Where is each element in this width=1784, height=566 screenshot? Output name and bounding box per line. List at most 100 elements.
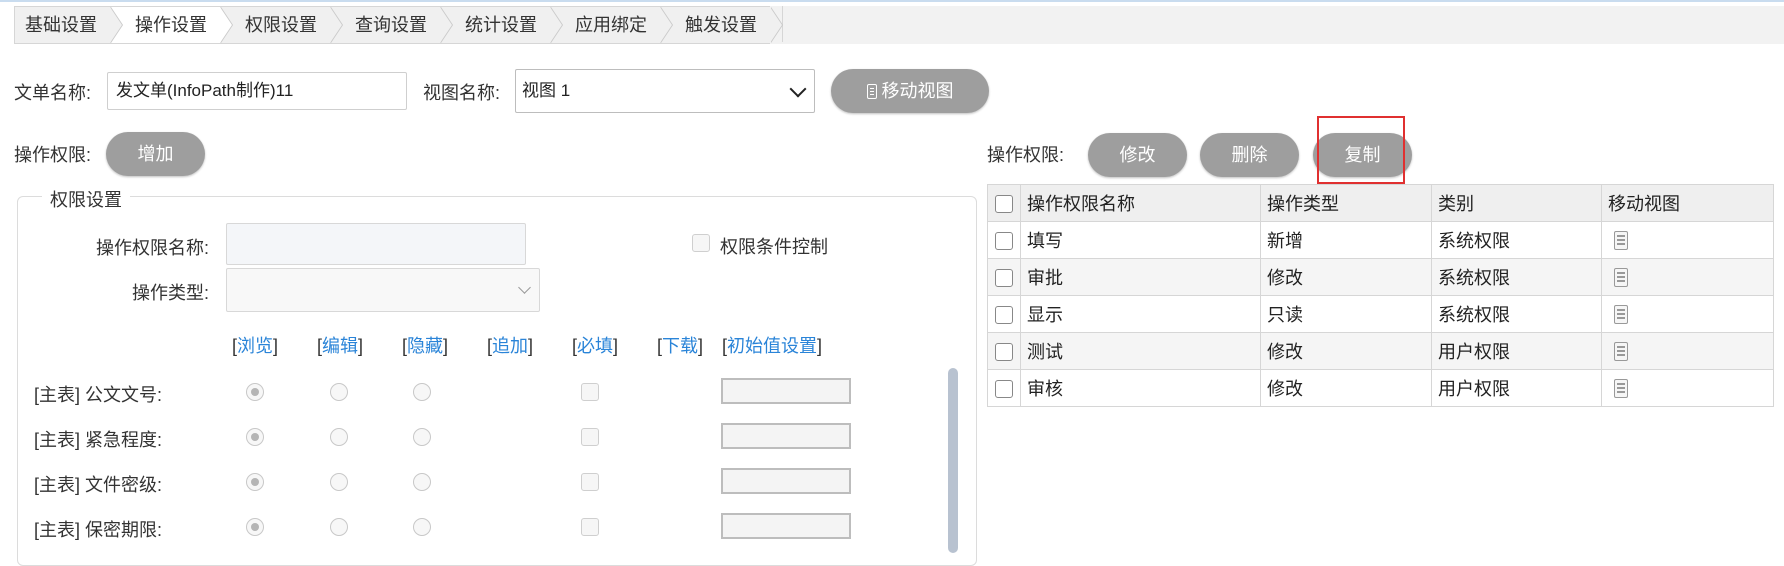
edit-radio[interactable] [330, 518, 348, 536]
edit-link[interactable]: 编辑 [322, 336, 358, 356]
condition-control-checkbox[interactable] [692, 234, 710, 252]
row-mobile-view [1601, 221, 1774, 259]
hide-radio[interactable] [413, 473, 431, 491]
tab-query-settings[interactable]: 查询设置 [330, 6, 453, 44]
chevron-down-icon [789, 80, 807, 98]
row-type: 修改 [1260, 332, 1432, 370]
col-browse[interactable]: [浏览] [232, 332, 278, 358]
row-type: 修改 [1260, 369, 1432, 407]
initial-value-input[interactable] [721, 468, 851, 494]
doc-name-label: 文单名称: [14, 83, 92, 103]
initial-value-input[interactable] [721, 423, 851, 449]
row-type: 修改 [1260, 258, 1432, 296]
table-row[interactable]: 测试 修改 用户权限 [987, 332, 1774, 370]
required-checkbox[interactable] [581, 473, 599, 491]
col-download[interactable]: [下载] [657, 332, 703, 358]
mobile-view-doc-icon[interactable] [1614, 268, 1628, 288]
doc-name-input[interactable]: 发文单(InfoPath制作)11 [107, 72, 407, 110]
right-perm-label: 操作权限: [987, 145, 1065, 165]
col-required[interactable]: [必填] [572, 332, 618, 358]
hide-link[interactable]: 隐藏 [407, 336, 443, 356]
tab-permission-settings[interactable]: 权限设置 [220, 6, 343, 44]
row-checkbox-cell [987, 221, 1021, 259]
row-checkbox[interactable] [995, 268, 1013, 287]
row-mobile-view [1601, 258, 1774, 296]
required-checkbox[interactable] [581, 428, 599, 446]
mobile-phone-icon [866, 84, 877, 99]
row-checkbox-cell [987, 369, 1021, 407]
copy-button[interactable]: 复制 [1313, 133, 1412, 177]
mobile-view-doc-icon[interactable] [1614, 379, 1628, 399]
browse-radio[interactable] [246, 383, 264, 401]
row-checkbox[interactable] [995, 379, 1013, 398]
tab-basic-settings[interactable]: 基础设置 [14, 6, 123, 44]
add-button[interactable]: 增加 [106, 132, 205, 176]
permission-table: 操作权限名称 操作类型 类别 移动视图 填写 新增 系统权限 审批 修改 系统权… [987, 184, 1774, 407]
row-category: 系统权限 [1431, 221, 1602, 259]
row-checkbox[interactable] [995, 305, 1013, 324]
row-name: 审核 [1020, 369, 1261, 407]
tab-statistics-settings[interactable]: 统计设置 [440, 6, 563, 44]
required-checkbox[interactable] [581, 383, 599, 401]
initial-value-link[interactable]: 初始值设置 [727, 336, 817, 356]
table-row[interactable]: 填写 新增 系统权限 [987, 221, 1774, 259]
hide-radio[interactable] [413, 383, 431, 401]
row-type: 只读 [1260, 295, 1432, 333]
edit-radio[interactable] [330, 473, 348, 491]
row-mobile-view [1601, 295, 1774, 333]
tab-app-binding[interactable]: 应用绑定 [550, 6, 673, 44]
settings-tabs: 基础设置 操作设置 权限设置 查询设置 统计设置 应用绑定 触发设置 [14, 6, 784, 44]
tab-operation-settings[interactable]: 操作设置 [110, 6, 233, 44]
table-row[interactable]: 显示 只读 系统权限 [987, 295, 1774, 333]
header-category: 类别 [1431, 184, 1602, 222]
download-link[interactable]: 下载 [662, 336, 698, 356]
edit-radio[interactable] [330, 428, 348, 446]
row-mobile-view [1601, 332, 1774, 370]
mobile-view-button-label: 移动视图 [881, 81, 954, 101]
col-hide[interactable]: [隐藏] [402, 332, 448, 358]
perm-name-input[interactable] [226, 223, 526, 265]
row-name: 填写 [1020, 221, 1261, 259]
edit-button[interactable]: 修改 [1088, 133, 1187, 177]
append-link[interactable]: 追加 [492, 336, 528, 356]
table-row[interactable]: 审核 修改 用户权限 [987, 369, 1774, 407]
table-row[interactable]: 审批 修改 系统权限 [987, 258, 1774, 296]
row-mobile-view [1601, 369, 1774, 407]
required-checkbox[interactable] [581, 518, 599, 536]
browse-radio[interactable] [246, 518, 264, 536]
row-category: 系统权限 [1431, 258, 1602, 296]
row-checkbox[interactable] [995, 342, 1013, 361]
top-border [0, 0, 1784, 2]
hide-radio[interactable] [413, 428, 431, 446]
perm-name-label: 操作权限名称: [96, 238, 210, 258]
mobile-view-doc-icon[interactable] [1614, 305, 1628, 325]
mobile-view-doc-icon[interactable] [1614, 342, 1628, 362]
delete-button[interactable]: 删除 [1200, 133, 1299, 177]
tab-trigger-settings[interactable]: 触发设置 [660, 6, 783, 44]
mobile-view-doc-icon[interactable] [1614, 231, 1628, 251]
view-name-value: 视图 1 [522, 81, 571, 100]
browse-radio[interactable] [246, 428, 264, 446]
view-name-select[interactable]: 视图 1 [515, 69, 815, 113]
row-category: 系统权限 [1431, 295, 1602, 333]
required-link[interactable]: 必填 [577, 336, 613, 356]
vertical-scrollbar[interactable] [948, 368, 958, 553]
edit-radio[interactable] [330, 383, 348, 401]
select-all-checkbox[interactable] [995, 194, 1013, 213]
op-type-select[interactable] [226, 268, 540, 312]
browse-radio[interactable] [246, 473, 264, 491]
row-name: 审批 [1020, 258, 1261, 296]
col-edit[interactable]: [编辑] [317, 332, 363, 358]
browse-link[interactable]: 浏览 [237, 336, 273, 356]
col-append[interactable]: [追加] [487, 332, 533, 358]
col-initial-value[interactable]: [初始值设置] [722, 332, 822, 358]
field-label: [主表] 保密期限: [34, 520, 163, 540]
row-checkbox-cell [987, 295, 1021, 333]
initial-value-input[interactable] [721, 513, 851, 539]
row-checkbox[interactable] [995, 231, 1013, 250]
initial-value-input[interactable] [721, 378, 851, 404]
op-type-label: 操作类型: [132, 283, 210, 303]
mobile-view-button[interactable]: 移动视图 [831, 69, 989, 113]
row-type: 新增 [1260, 221, 1432, 259]
hide-radio[interactable] [413, 518, 431, 536]
